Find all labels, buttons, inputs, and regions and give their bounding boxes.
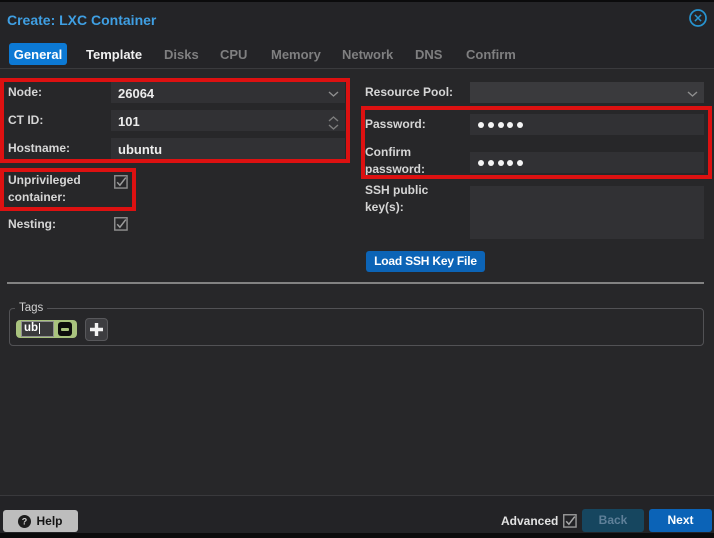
svg-text:?: ?: [22, 516, 28, 526]
